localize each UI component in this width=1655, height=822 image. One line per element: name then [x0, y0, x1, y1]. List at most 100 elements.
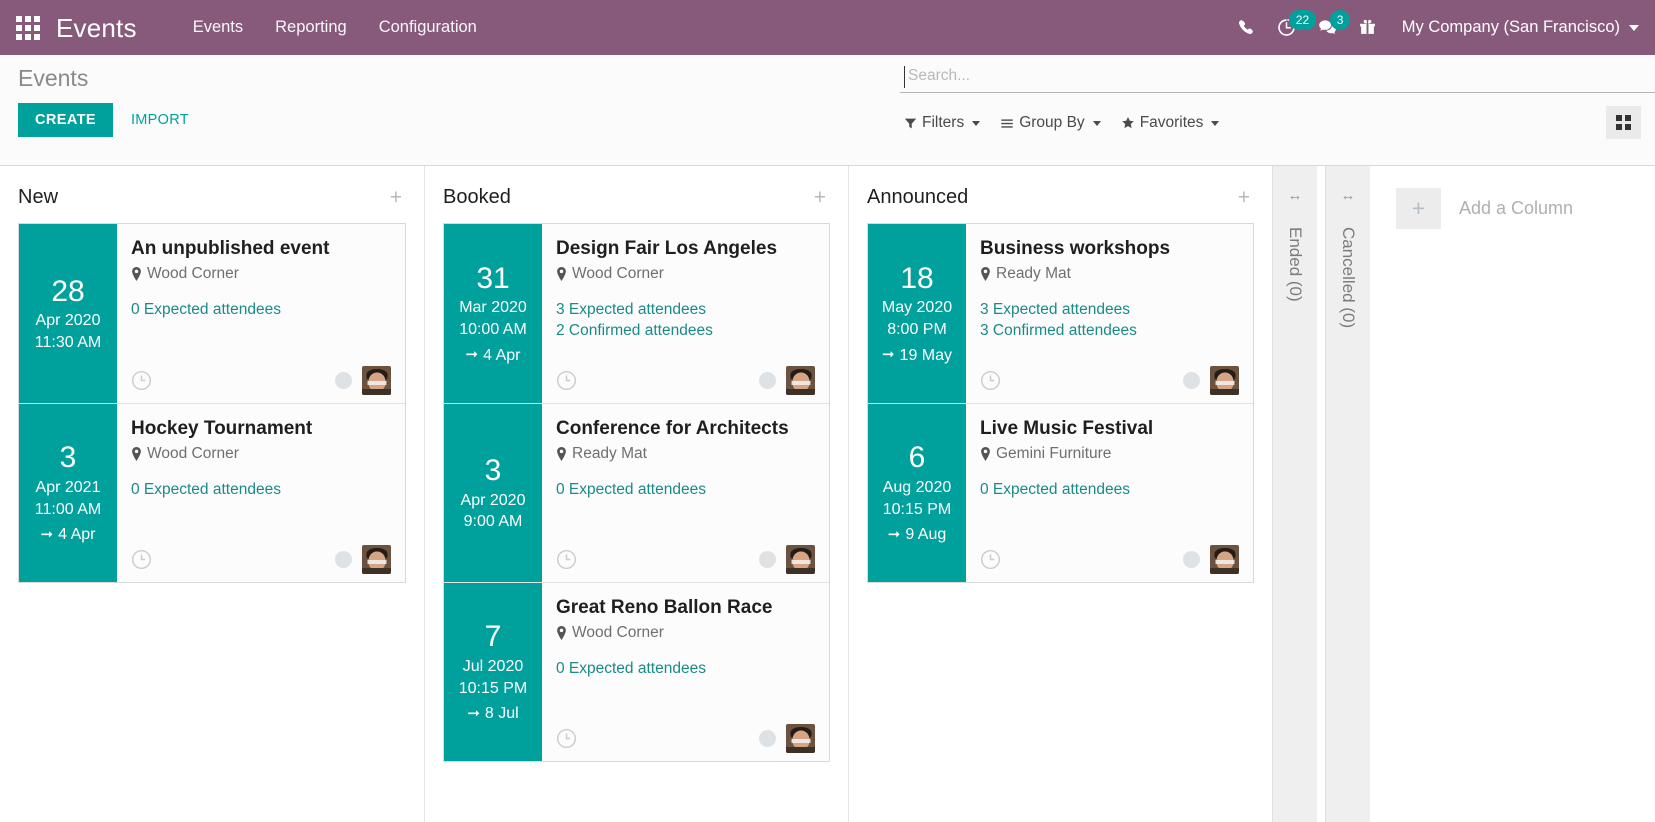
- location-pin-icon: [556, 446, 567, 461]
- apps-menu-button[interactable]: [0, 0, 56, 55]
- message-count-badge: 3: [1329, 10, 1351, 30]
- breadcrumb: Events: [18, 65, 89, 91]
- attendee-stat[interactable]: 3 Expected attendees: [980, 300, 1239, 320]
- expand-arrows-icon: ↔: [1340, 187, 1356, 204]
- user-avatar[interactable]: [786, 545, 815, 574]
- kanban-column-title: Booked: [443, 186, 511, 208]
- kanban-color-dot[interactable]: [759, 372, 776, 389]
- company-switcher[interactable]: My Company (San Francisco): [1402, 18, 1639, 37]
- attendee-stat[interactable]: 3 Expected attendees: [556, 300, 815, 320]
- nav-item-reporting[interactable]: Reporting: [275, 19, 347, 36]
- plus-icon[interactable]: +: [386, 187, 406, 208]
- event-end-date-label: 8 Jul: [484, 705, 519, 723]
- event-title[interactable]: An unpublished event: [131, 238, 391, 261]
- control-panel-buttons: CREATE IMPORT: [18, 102, 197, 137]
- clock-icon[interactable]: [556, 728, 577, 749]
- kanban-card-footer-right: [759, 366, 815, 395]
- user-avatar[interactable]: [362, 545, 391, 574]
- kanban-column-folded-cancelled[interactable]: ↔ Cancelled (0): [1325, 166, 1370, 822]
- kanban-card[interactable]: 7 Jul 2020 10:15 PM ➞ 8 Jul Great Reno Ballon…: [444, 582, 829, 761]
- kanban-column-title: New: [18, 186, 59, 208]
- kanban-card[interactable]: 31 Mar 2020 10:00 AM ➞ 4 Apr Design Fair Los …: [444, 224, 829, 403]
- event-time: 9:00 AM: [463, 513, 523, 531]
- chat-bubble-icon[interactable]: 3: [1318, 10, 1351, 37]
- kanban-color-dot[interactable]: [1183, 551, 1200, 568]
- plus-icon[interactable]: +: [1396, 188, 1441, 229]
- attendee-stat[interactable]: 0 Expected attendees: [556, 659, 815, 679]
- event-date-block: 3 Apr 2021 11:00 AM ➞ 4 Apr: [19, 404, 117, 582]
- attendee-stat[interactable]: 3 Confirmed attendees: [980, 321, 1239, 341]
- event-title[interactable]: Great Reno Ballon Race: [556, 597, 815, 620]
- event-title[interactable]: Business workshops: [980, 238, 1239, 261]
- clock-icon[interactable]: [556, 549, 577, 570]
- filters-dropdown[interactable]: Filters: [904, 114, 981, 132]
- user-avatar[interactable]: [786, 724, 815, 753]
- clock-icon[interactable]: [131, 370, 152, 391]
- event-location-label: Gemini Furniture: [996, 444, 1112, 462]
- group-by-dropdown[interactable]: Group By: [1000, 114, 1101, 132]
- gift-icon[interactable]: [1359, 19, 1376, 36]
- add-column-label[interactable]: Add a Column: [1459, 198, 1573, 219]
- kanban-color-dot[interactable]: [759, 551, 776, 568]
- event-stats: 0 Expected attendees: [556, 659, 815, 679]
- event-location-label: Wood Corner: [572, 264, 664, 282]
- location-pin-icon: [556, 266, 567, 281]
- star-icon: [1121, 116, 1135, 130]
- kanban-card[interactable]: 3 Apr 2021 11:00 AM ➞ 4 Apr Hockey Tournament…: [19, 403, 405, 582]
- plus-icon[interactable]: +: [1234, 187, 1254, 208]
- app-brand-title[interactable]: Events: [56, 15, 137, 41]
- event-end-date-label: 4 Apr: [58, 526, 96, 544]
- user-avatar[interactable]: [1210, 366, 1239, 395]
- plus-icon[interactable]: +: [810, 187, 830, 208]
- user-avatar[interactable]: [1210, 545, 1239, 574]
- arrow-right-icon: ➞: [887, 525, 901, 543]
- clock-activity-icon[interactable]: 22: [1277, 10, 1317, 37]
- event-stats: 0 Expected attendees: [980, 480, 1239, 500]
- create-button[interactable]: CREATE: [18, 102, 113, 137]
- attendee-stat[interactable]: 0 Expected attendees: [131, 300, 391, 320]
- event-month-year: Apr 2020: [35, 312, 101, 330]
- event-title[interactable]: Hockey Tournament: [131, 418, 391, 441]
- kanban-column-folded-ended[interactable]: ↔ Ended (0): [1272, 166, 1317, 822]
- kanban-view-button[interactable]: [1606, 106, 1641, 139]
- clock-icon[interactable]: [556, 370, 577, 391]
- kanban-card-footer-right: [759, 545, 815, 574]
- phone-icon[interactable]: [1238, 19, 1255, 36]
- kanban-card[interactable]: 28 Apr 2020 11:30 AM An unpublished event Wo…: [19, 224, 405, 403]
- search-input[interactable]: [904, 67, 1655, 85]
- event-title[interactable]: Conference for Architects: [556, 418, 815, 441]
- nav-item-configuration[interactable]: Configuration: [379, 19, 477, 36]
- event-location: Wood Corner: [556, 265, 815, 283]
- search-bar[interactable]: [900, 63, 1655, 93]
- kanban-color-dot[interactable]: [335, 372, 352, 389]
- clock-icon[interactable]: [980, 549, 1001, 570]
- kanban-card[interactable]: 18 May 2020 8:00 PM ➞ 19 May Business worksho…: [868, 224, 1253, 403]
- kanban-card[interactable]: 6 Aug 2020 10:15 PM ➞ 9 Aug Live Music Festiv…: [868, 403, 1253, 582]
- event-date-block: 31 Mar 2020 10:00 AM ➞ 4 Apr: [444, 224, 542, 403]
- user-avatar[interactable]: [362, 366, 391, 395]
- attendee-stat[interactable]: 0 Expected attendees: [556, 480, 815, 500]
- import-button[interactable]: IMPORT: [123, 103, 197, 137]
- expand-arrows-icon: ↔: [1287, 187, 1303, 204]
- attendee-stat[interactable]: 2 Confirmed attendees: [556, 321, 815, 341]
- favorites-dropdown[interactable]: Favorites: [1121, 114, 1220, 132]
- attendee-stat[interactable]: 0 Expected attendees: [980, 480, 1239, 500]
- chevron-down-icon: [1092, 120, 1101, 126]
- kanban-color-dot[interactable]: [1183, 372, 1200, 389]
- add-column-area[interactable]: + Add a Column: [1370, 166, 1573, 229]
- location-pin-icon: [980, 266, 991, 281]
- nav-item-events[interactable]: Events: [193, 19, 243, 36]
- attendee-stat[interactable]: 0 Expected attendees: [131, 480, 391, 500]
- event-end-date-label: 19 May: [899, 346, 953, 364]
- arrow-right-icon: ➞: [465, 346, 479, 364]
- clock-icon[interactable]: [980, 370, 1001, 391]
- event-title[interactable]: Design Fair Los Angeles: [556, 238, 815, 261]
- kanban-color-dot[interactable]: [759, 730, 776, 747]
- clock-icon[interactable]: [131, 549, 152, 570]
- kanban-color-dot[interactable]: [335, 551, 352, 568]
- user-avatar[interactable]: [786, 366, 815, 395]
- event-title[interactable]: Live Music Festival: [980, 418, 1239, 441]
- kanban-column-header: Announced +: [867, 166, 1254, 223]
- event-day: 6: [908, 441, 926, 475]
- kanban-card[interactable]: 3 Apr 2020 9:00 AM Conference for Architect…: [444, 403, 829, 582]
